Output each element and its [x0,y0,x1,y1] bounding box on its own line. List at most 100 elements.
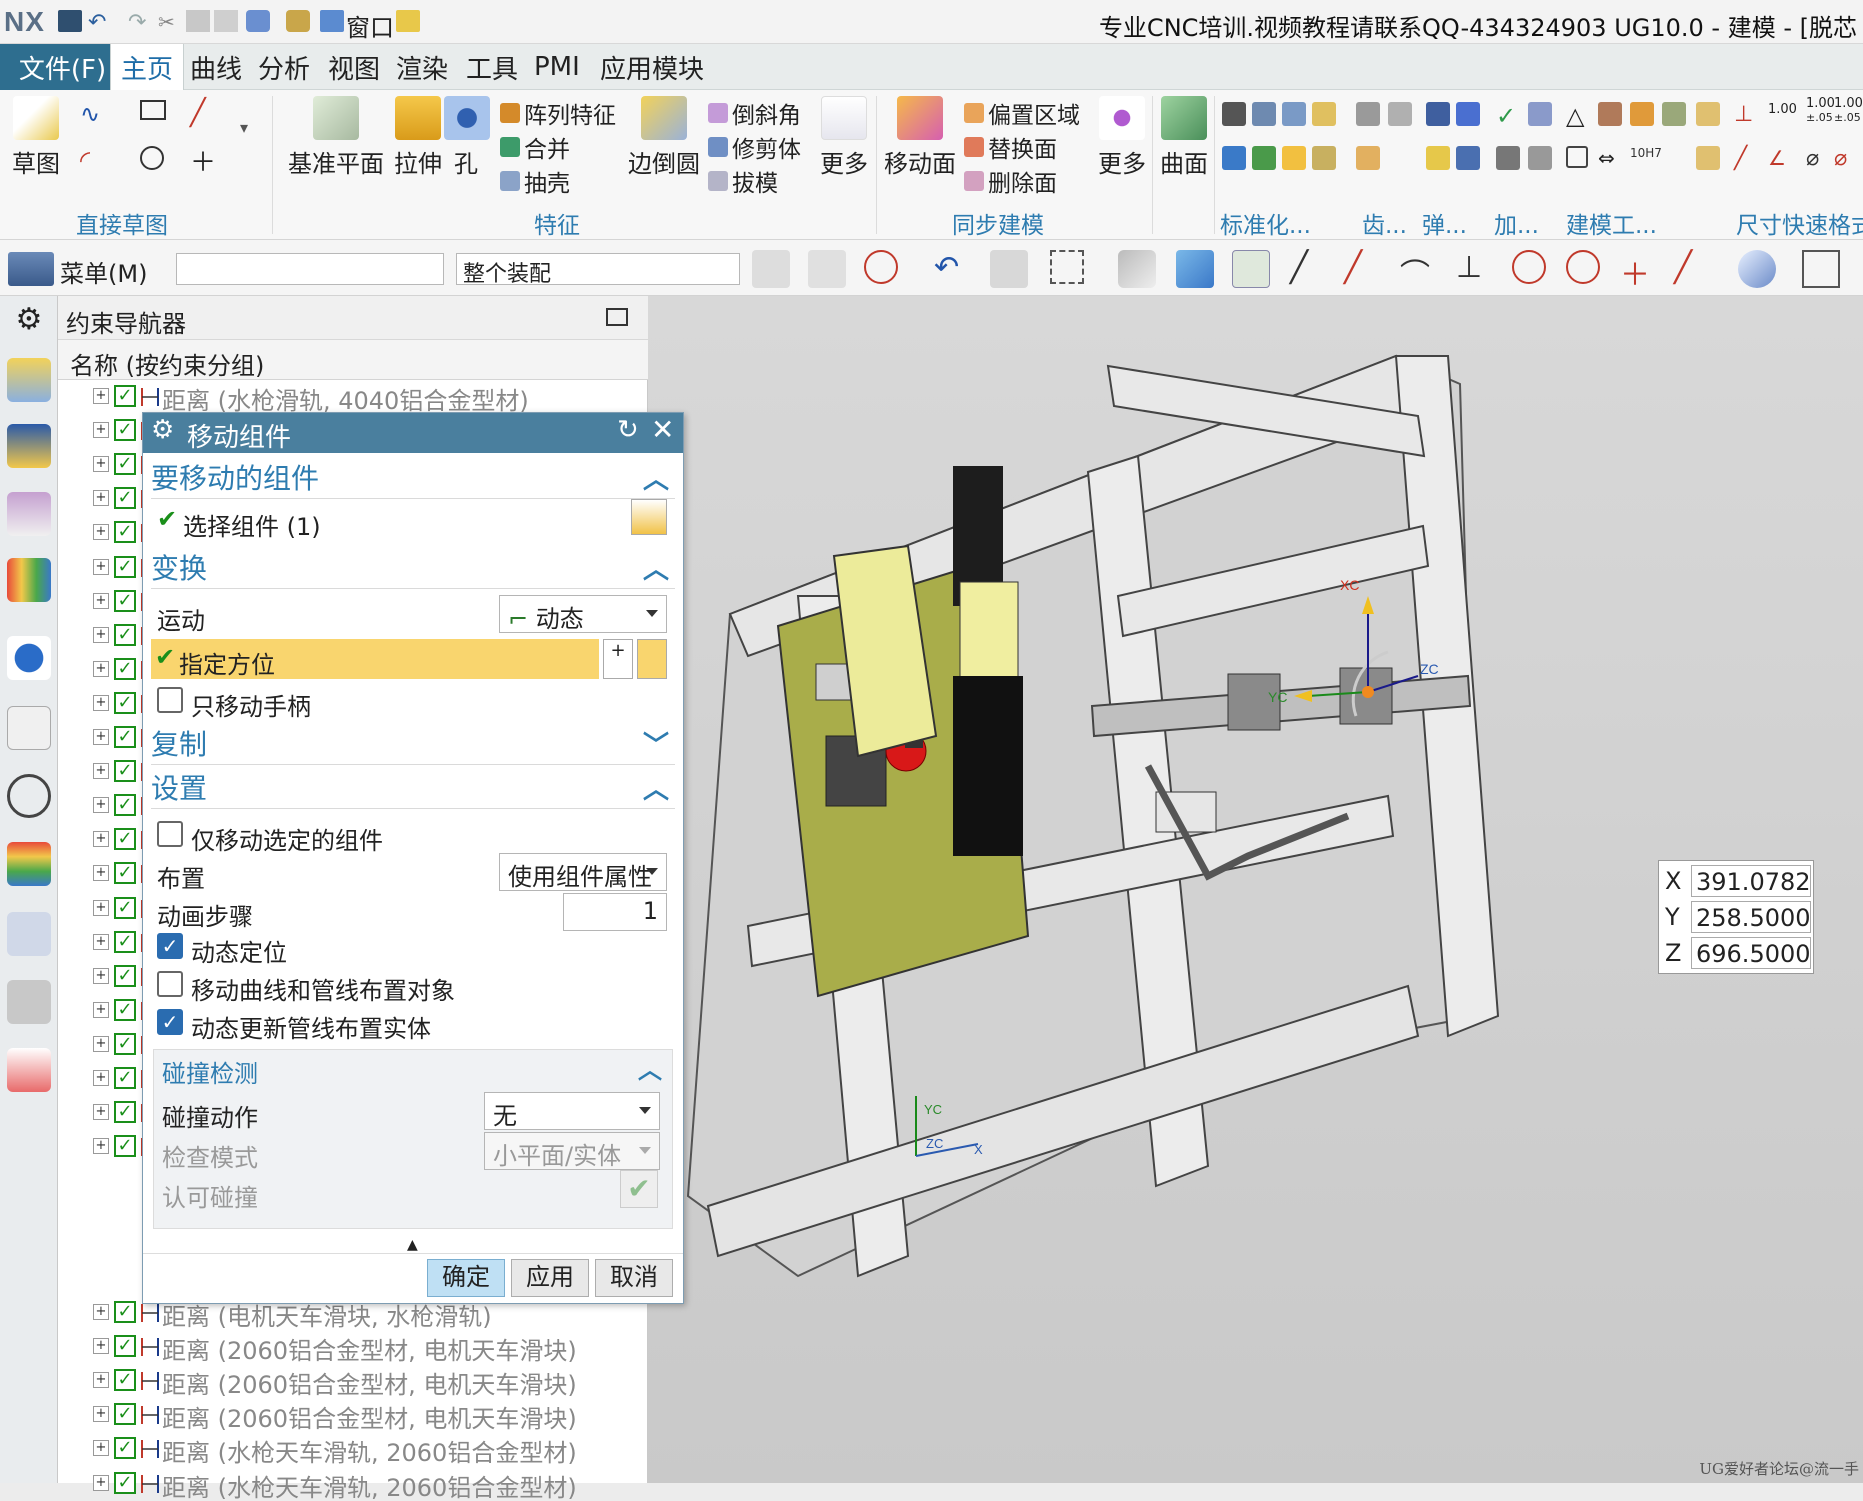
line-icon[interactable]: ╱ [190,98,214,122]
view-cube-icon[interactable] [1176,250,1214,288]
tab-tools[interactable]: 工具 [456,44,528,90]
tab-analysis[interactable]: 分析 [248,44,320,90]
slope-dim-icon[interactable]: ╱ [1734,146,1758,170]
tolerance-format-3[interactable]: 1.00±.05 [1834,96,1863,124]
curve-snap-icon[interactable]: ⌒ [1400,250,1438,288]
list-item[interactable]: +✓距离 (水枪天车滑轨, 2060铝合金型材) [58,1432,648,1466]
chevron-up-icon[interactable]: ︿ [643,459,669,496]
specify-orientation-row[interactable]: ✔ 指定方位 [151,639,599,679]
profile-icon[interactable]: ∿ [80,100,104,124]
existing-point-icon[interactable]: ＋ [1620,250,1658,288]
frame-tool-icon[interactable] [1566,146,1588,168]
checkbox-icon[interactable]: ✓ [114,521,136,543]
section-transform[interactable]: 变换 ︿ [151,547,675,589]
grid-snap-icon[interactable] [1802,250,1840,288]
checkbox-icon[interactable]: ✓ [114,658,136,680]
expand-icon[interactable]: + [93,422,109,438]
history-icon[interactable] [7,774,51,818]
maximize-icon[interactable] [606,308,628,326]
reuse-library-nav-icon[interactable] [7,558,51,602]
checkbox-icon[interactable]: ✓ [114,692,136,714]
expand-icon[interactable]: + [93,593,109,609]
move-handle-icon[interactable] [1232,250,1270,288]
hole-button[interactable]: 孔 [444,96,488,179]
close-icon[interactable]: ✕ [651,413,674,446]
manufacturing-wizard-icon[interactable] [7,980,51,1024]
weld-icon[interactable] [1496,146,1520,170]
spur-gear-icon[interactable] [1356,102,1380,126]
pattern-feature-button[interactable]: 阵列特征 [500,96,616,130]
spring-delete-icon[interactable] [1426,146,1450,170]
more-feature-button[interactable]: 更多 [818,96,870,179]
coord-z-field[interactable]: 696.5000 [1691,937,1811,969]
chevron-up-icon[interactable]: ︿ [638,1050,662,1085]
sketch-gallery-arrow-icon[interactable]: ▾ [240,118,264,142]
disk-spring-icon[interactable] [1456,102,1480,126]
angle-dim-icon[interactable]: ∠ [1768,146,1792,170]
dynamic-update-checkbox[interactable]: ✓ [157,1009,183,1035]
cut-tool-icon[interactable] [1528,146,1552,170]
machining-icon[interactable] [1528,102,1552,126]
expand-icon[interactable]: + [93,900,109,916]
section-copy[interactable]: 复制 ﹀ [151,723,675,765]
more-sync-button[interactable]: 更多 [1096,96,1148,179]
expand-icon[interactable]: + [93,456,109,472]
expand-icon[interactable]: + [93,729,109,745]
circle-icon[interactable] [140,146,164,170]
select-component-label[interactable]: 选择组件 (1) [183,507,321,542]
expand-icon[interactable]: + [93,1002,109,1018]
part-navigator-icon[interactable] [7,492,51,536]
extrude-button[interactable]: 拉伸 [388,96,448,179]
undo-icon[interactable]: ↶ [88,10,112,32]
diameter-dim-icon[interactable]: ⌀ [1806,146,1830,170]
rectangle-icon[interactable] [140,100,166,120]
draft-button[interactable]: 拔模 [708,164,778,198]
point-on-curve-icon[interactable]: ╱ [1674,250,1712,288]
motion-select[interactable]: ⌐ 动态 [499,595,667,633]
save-icon[interactable] [58,10,82,32]
trim-body-button[interactable]: 修剪体 [708,130,801,164]
expand-icon[interactable]: + [93,627,109,643]
dimension-copy-icon[interactable] [1696,146,1720,170]
funnel-icon[interactable] [808,250,846,288]
filter-component-icon[interactable] [752,250,790,288]
attribute-icon[interactable] [1662,102,1686,126]
file-menu[interactable]: 文件(F) [0,44,125,90]
dimension-icon[interactable] [1696,102,1720,126]
checkbox-icon[interactable]: ✓ [114,1135,136,1157]
checkbox-icon[interactable]: ✓ [114,385,136,407]
expand-icon[interactable]: + [93,831,109,847]
gear-table-icon[interactable] [1356,146,1380,170]
animation-steps-input[interactable]: 1 [563,893,667,931]
sketch-button[interactable]: 草图 [8,96,64,179]
arc-icon[interactable]: ◜ [80,146,104,170]
tab-view[interactable]: 视图 [318,44,390,90]
expand-icon[interactable]: + [93,1338,109,1354]
snap-point-icon[interactable] [864,250,898,284]
quadrant-point-icon[interactable] [1566,250,1600,284]
move-handle-only-checkbox[interactable] [157,687,183,713]
grid-tool-icon[interactable] [1630,102,1654,126]
bearing-icon[interactable] [1282,146,1306,170]
fastener-icon[interactable] [1282,102,1306,126]
chamfer-button[interactable]: 倒斜角 [708,96,801,130]
box-select-icon[interactable] [1050,250,1084,284]
select-chain-icon[interactable] [990,250,1028,288]
tolerance-format-1[interactable]: 1.00 [1768,102,1797,117]
checkbox-icon[interactable]: ✓ [114,828,136,850]
chevron-up-icon[interactable]: ︿ [643,549,669,586]
shaded-icon[interactable] [1118,250,1156,288]
list-item[interactable]: +✓距离 (2060铝合金型材, 电机天车滑块) [58,1364,648,1398]
gear-tool-icon[interactable] [1312,146,1336,170]
assembly-navigator-icon[interactable] [7,358,51,402]
window-icon[interactable] [320,10,344,32]
point-icon[interactable]: ＋ [190,142,214,166]
expand-icon[interactable]: + [93,524,109,540]
checkbox-icon[interactable]: ✓ [114,453,136,475]
web-browser-icon[interactable] [7,706,51,750]
edge-blend-button[interactable]: 边倒圆 [628,96,700,179]
tab-home[interactable]: 主页 [110,44,184,90]
expand-icon[interactable]: + [93,934,109,950]
arc-center-icon[interactable] [1512,250,1546,284]
line-snap-icon[interactable]: ╱ [1290,250,1328,288]
